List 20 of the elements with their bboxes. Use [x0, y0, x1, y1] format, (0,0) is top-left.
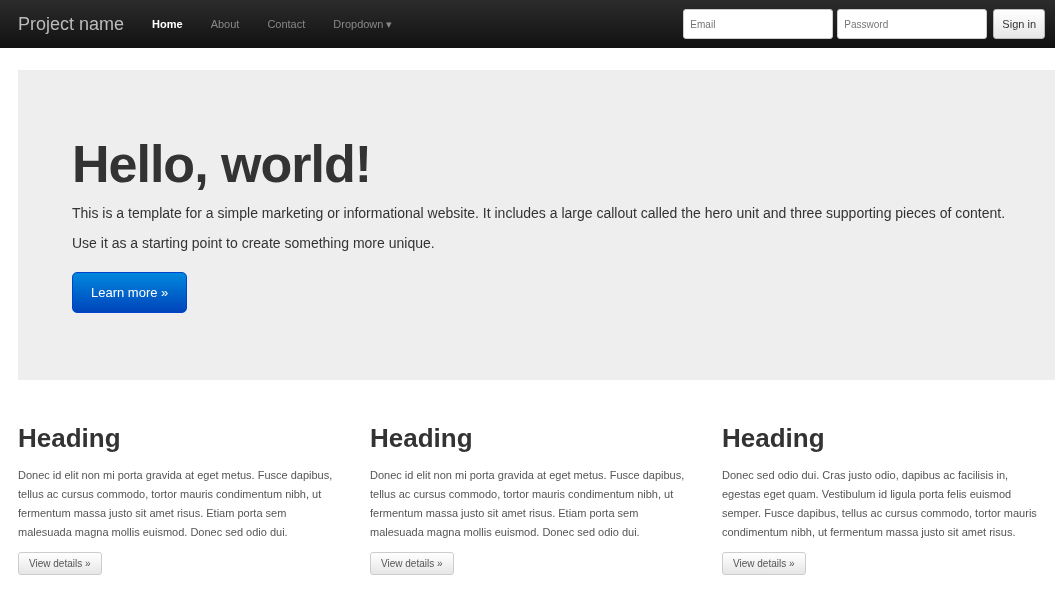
email-field[interactable]: Email	[683, 9, 834, 39]
sign-in-button[interactable]: Sign in	[993, 9, 1045, 39]
column-heading: Heading	[722, 422, 826, 454]
hero-text: This is a template for a simple marketing or informational website. It includes a large callout called the hero unit and three supporting pieces of content. Use it as a starting point to create something more unique.	[72, 204, 1007, 253]
column-text: Donec id elit non mi porta gravida at eget metus. Fusce dapibus, tellus ac cursus commodo, tortor mauris condimentum nibh, ut fermentum massa justo sit amet risus. Etiam porta sem malesuada magna mollis euismod. Donec sed odio dui.	[370, 468, 686, 540]
nav-link[interactable]: Dropdown ▾	[333, 17, 393, 31]
column-heading: Heading	[370, 422, 474, 454]
password-field[interactable]: Password	[837, 9, 988, 39]
nav-link[interactable]: About	[210, 18, 240, 30]
view-details-button[interactable]: View details »	[722, 552, 806, 575]
column-text: Donec id elit non mi porta gravida at eget metus. Fusce dapibus, tellus ac cursus commodo, tortor mauris condimentum nibh, ut fermentum massa justo sit amet risus. Etiam porta sem malesuada magna mollis euismod. Donec sed odio dui.	[18, 468, 334, 540]
column-heading: Heading	[18, 422, 122, 454]
nav-link[interactable]: Home	[152, 18, 183, 30]
view-details-button[interactable]: View details »	[370, 552, 454, 575]
column-text: Donec sed odio dui. Cras justo odio, dapibus ac facilisis in, egestas eget quam. Vestibulum id ligula porta felis euismod semper. Fusce dapibus, tellus ac cursus commodo, tortor mauris condimentum nibh, ut fermentum massa justo sit amet risus.	[722, 468, 1038, 540]
hero-title: Hello, world!	[72, 136, 372, 192]
learn-more-button[interactable]: Learn more »	[72, 272, 188, 313]
nav-link[interactable]: Contact	[267, 18, 306, 30]
brand-link[interactable]: Project name	[18, 13, 125, 35]
view-details-button[interactable]: View details »	[18, 552, 102, 575]
